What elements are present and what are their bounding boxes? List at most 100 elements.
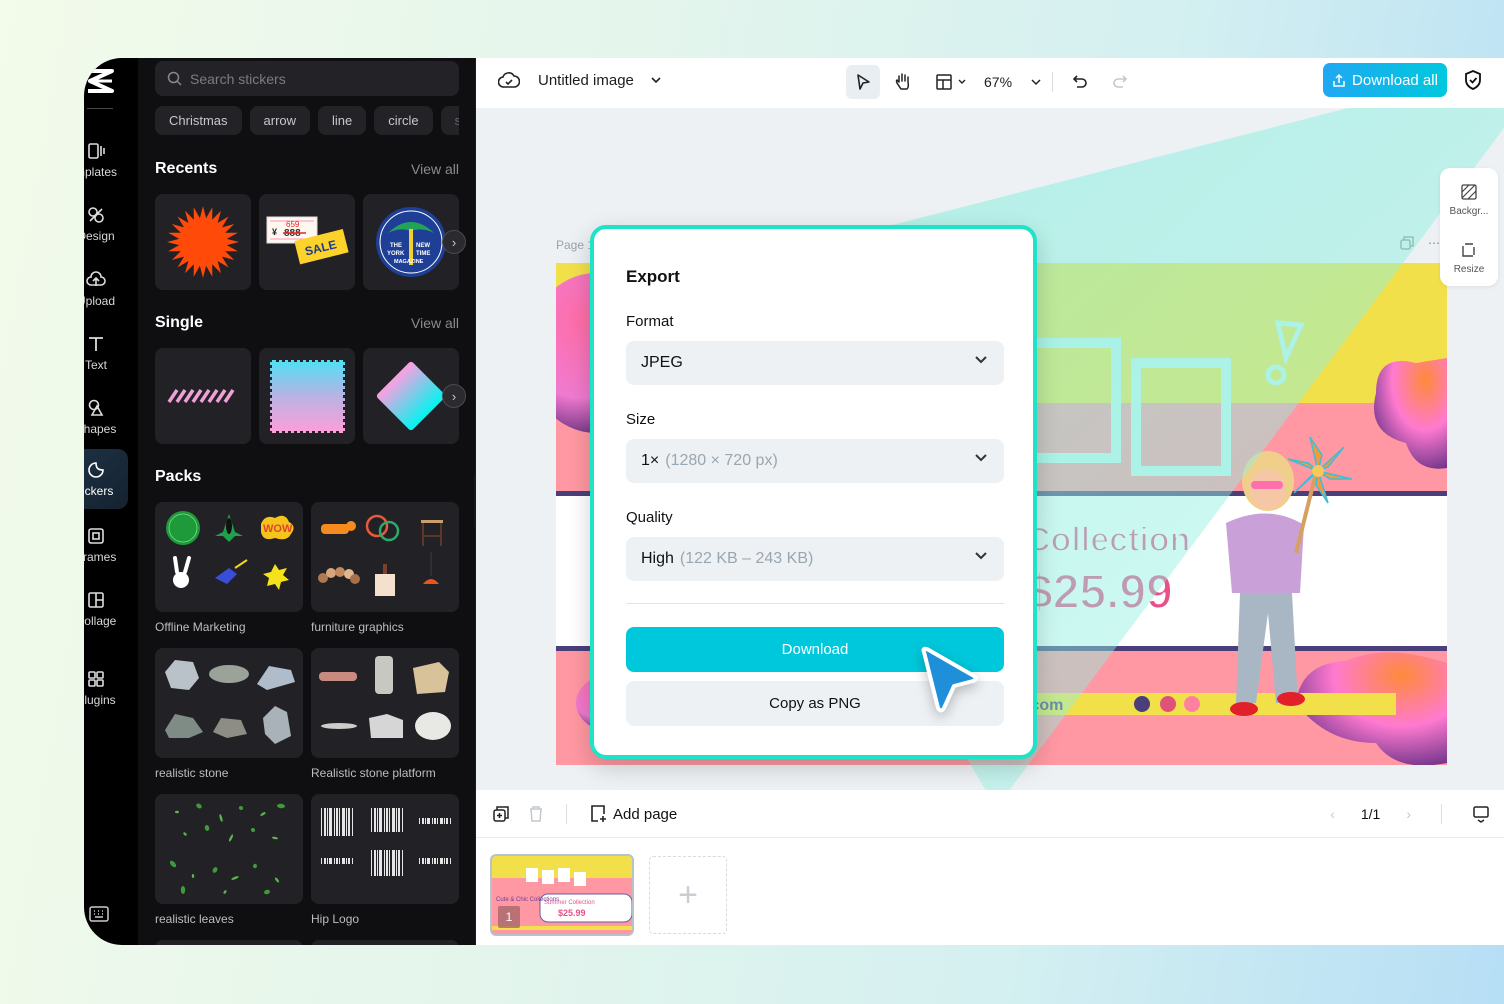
rail-item-text[interactable]: Text <box>84 323 128 383</box>
leaf <box>175 810 179 814</box>
barcode-bar <box>324 808 326 836</box>
page-thumbnails: Cute & Chic Collections Summer Collectio… <box>476 838 1504 945</box>
more-options-icon[interactable]: ⋯ <box>1428 236 1440 250</box>
mouse-cursor-icon <box>921 646 978 713</box>
pack-tile-realistic-stone[interactable] <box>155 648 303 758</box>
rail-item-plugins[interactable]: Plugins <box>84 658 128 718</box>
barcode-bar <box>419 818 420 824</box>
barcode-bar <box>334 858 335 864</box>
barcode-bar <box>374 850 376 876</box>
side-tool-label: Backgr... <box>1449 206 1489 217</box>
capcut-logo-icon[interactable] <box>84 64 138 98</box>
pack-tile-offline-marketing[interactable]: WOW <box>155 502 303 612</box>
barcode-bar <box>327 808 328 836</box>
undo-button[interactable] <box>1063 65 1097 99</box>
pack-tile-furniture[interactable] <box>311 502 459 612</box>
barcode-bar <box>342 858 345 864</box>
rail-item-collage[interactable]: Collage <box>84 579 128 639</box>
duplicate-icon[interactable] <box>492 805 510 823</box>
barcode-bar <box>374 808 376 832</box>
barcode-bar <box>379 850 382 876</box>
chip[interactable]: circle <box>374 106 433 135</box>
recents-next-button[interactable]: › <box>442 230 466 254</box>
rail-item-shapes[interactable]: Shapes <box>84 387 128 447</box>
rail-label: Collage <box>84 614 117 628</box>
delete-icon[interactable] <box>528 805 544 823</box>
select-tool-button[interactable] <box>846 65 880 99</box>
chip[interactable]: s <box>440 106 459 135</box>
presentation-icon[interactable] <box>1472 805 1490 823</box>
quality-select[interactable]: High (122 KB – 243 KB) <box>626 537 1004 581</box>
search-input[interactable] <box>190 70 440 87</box>
keyboard-shortcuts-icon[interactable] <box>89 906 109 927</box>
next-page-button[interactable]: › <box>1406 806 1411 822</box>
zoom-dropdown[interactable]: 67% <box>984 65 1042 99</box>
rail-item-stickers[interactable]: tickers <box>84 449 128 509</box>
barcode-bar <box>336 858 338 864</box>
chevron-down-icon <box>975 454 987 462</box>
leaf <box>252 863 258 869</box>
previous-page-button[interactable]: ‹ <box>1330 806 1335 822</box>
svg-text:659: 659 <box>286 220 300 229</box>
single-view-all-link[interactable]: View all <box>411 315 459 331</box>
duplicate-page-icon[interactable] <box>1400 236 1414 250</box>
pack-tile-partial[interactable] <box>311 940 459 945</box>
barcode-bar <box>348 808 350 836</box>
shield-check-icon[interactable] <box>1463 69 1483 96</box>
sticker-tile-sale-tag[interactable]: ¥ 888 659 SALE <box>259 194 355 290</box>
sticker-tile-stripes[interactable] <box>155 348 251 444</box>
resize-tool-button[interactable]: Resize <box>1440 242 1498 275</box>
layout-dropdown-button[interactable] <box>934 65 968 99</box>
barcode-bar <box>321 808 322 836</box>
quality-hint: (122 KB – 243 KB) <box>679 550 814 567</box>
search-box[interactable] <box>155 61 459 96</box>
format-label: Format <box>626 313 674 330</box>
document-title[interactable]: Untitled image <box>538 72 634 89</box>
pagination: ‹ 1/1 › <box>1330 804 1490 824</box>
barcode-bar <box>398 850 400 876</box>
download-all-button[interactable]: Download all <box>1323 63 1447 97</box>
size-hint: (1280 × 720 px) <box>665 452 778 469</box>
barcode-bar <box>371 850 372 876</box>
chevron-down-icon <box>975 552 987 560</box>
title-chevron-down-icon[interactable] <box>650 76 662 84</box>
barcode-bar <box>440 858 443 864</box>
barcode-bar <box>432 858 433 864</box>
hand-tool-button[interactable] <box>886 65 920 99</box>
chip[interactable]: line <box>318 106 367 135</box>
barcode-bar <box>392 808 395 832</box>
redo-button[interactable] <box>1103 65 1137 99</box>
chip[interactable]: Christmas <box>155 106 242 135</box>
rail-item-upload[interactable]: Upload <box>84 259 128 319</box>
recents-view-all-link[interactable]: View all <box>411 161 459 177</box>
leaf <box>196 803 202 809</box>
pack-tile-stone-platform[interactable] <box>311 648 459 758</box>
pack-tile-hip-logo[interactable] <box>311 794 459 904</box>
add-page-button[interactable]: Add page <box>589 804 677 824</box>
barcode-bar <box>389 850 390 876</box>
chip[interactable]: arrow <box>249 106 311 135</box>
page-thumbnail[interactable]: Cute & Chic Collections Summer Collectio… <box>490 854 634 936</box>
sticker-tile-stamp[interactable] <box>259 348 355 444</box>
pack-tile-partial[interactable] <box>155 940 303 945</box>
single-next-button[interactable]: › <box>442 384 466 408</box>
barcode-bar <box>348 858 350 864</box>
size-select[interactable]: 1× (1280 × 720 px) <box>626 439 1004 483</box>
background-tool-button[interactable]: Backgr... <box>1440 184 1498 217</box>
cloud-saved-icon[interactable] <box>498 70 520 90</box>
rail-item-templates[interactable]: mplates <box>84 130 128 190</box>
sticker-tile-starburst[interactable] <box>155 194 251 290</box>
barcode-bar <box>339 858 340 864</box>
format-select[interactable]: JPEG <box>626 341 1004 385</box>
upload-icon <box>86 271 106 286</box>
pack-tile-realistic-leaves[interactable] <box>155 794 303 904</box>
rail-item-design[interactable]: Design <box>84 194 128 254</box>
rail-item-frames[interactable]: Frames <box>84 515 128 575</box>
redo-icon <box>1113 75 1128 88</box>
page-toolbar: Add page ‹ 1/1 › <box>476 790 1504 838</box>
zoom-value: 67% <box>984 74 1013 90</box>
add-page-thumbnail-button[interactable]: + <box>649 856 727 934</box>
pack-label: realistic stone <box>155 766 229 780</box>
size-label: Size <box>626 411 656 428</box>
suggestion-chips: Christmas arrow line circle s <box>155 106 459 136</box>
